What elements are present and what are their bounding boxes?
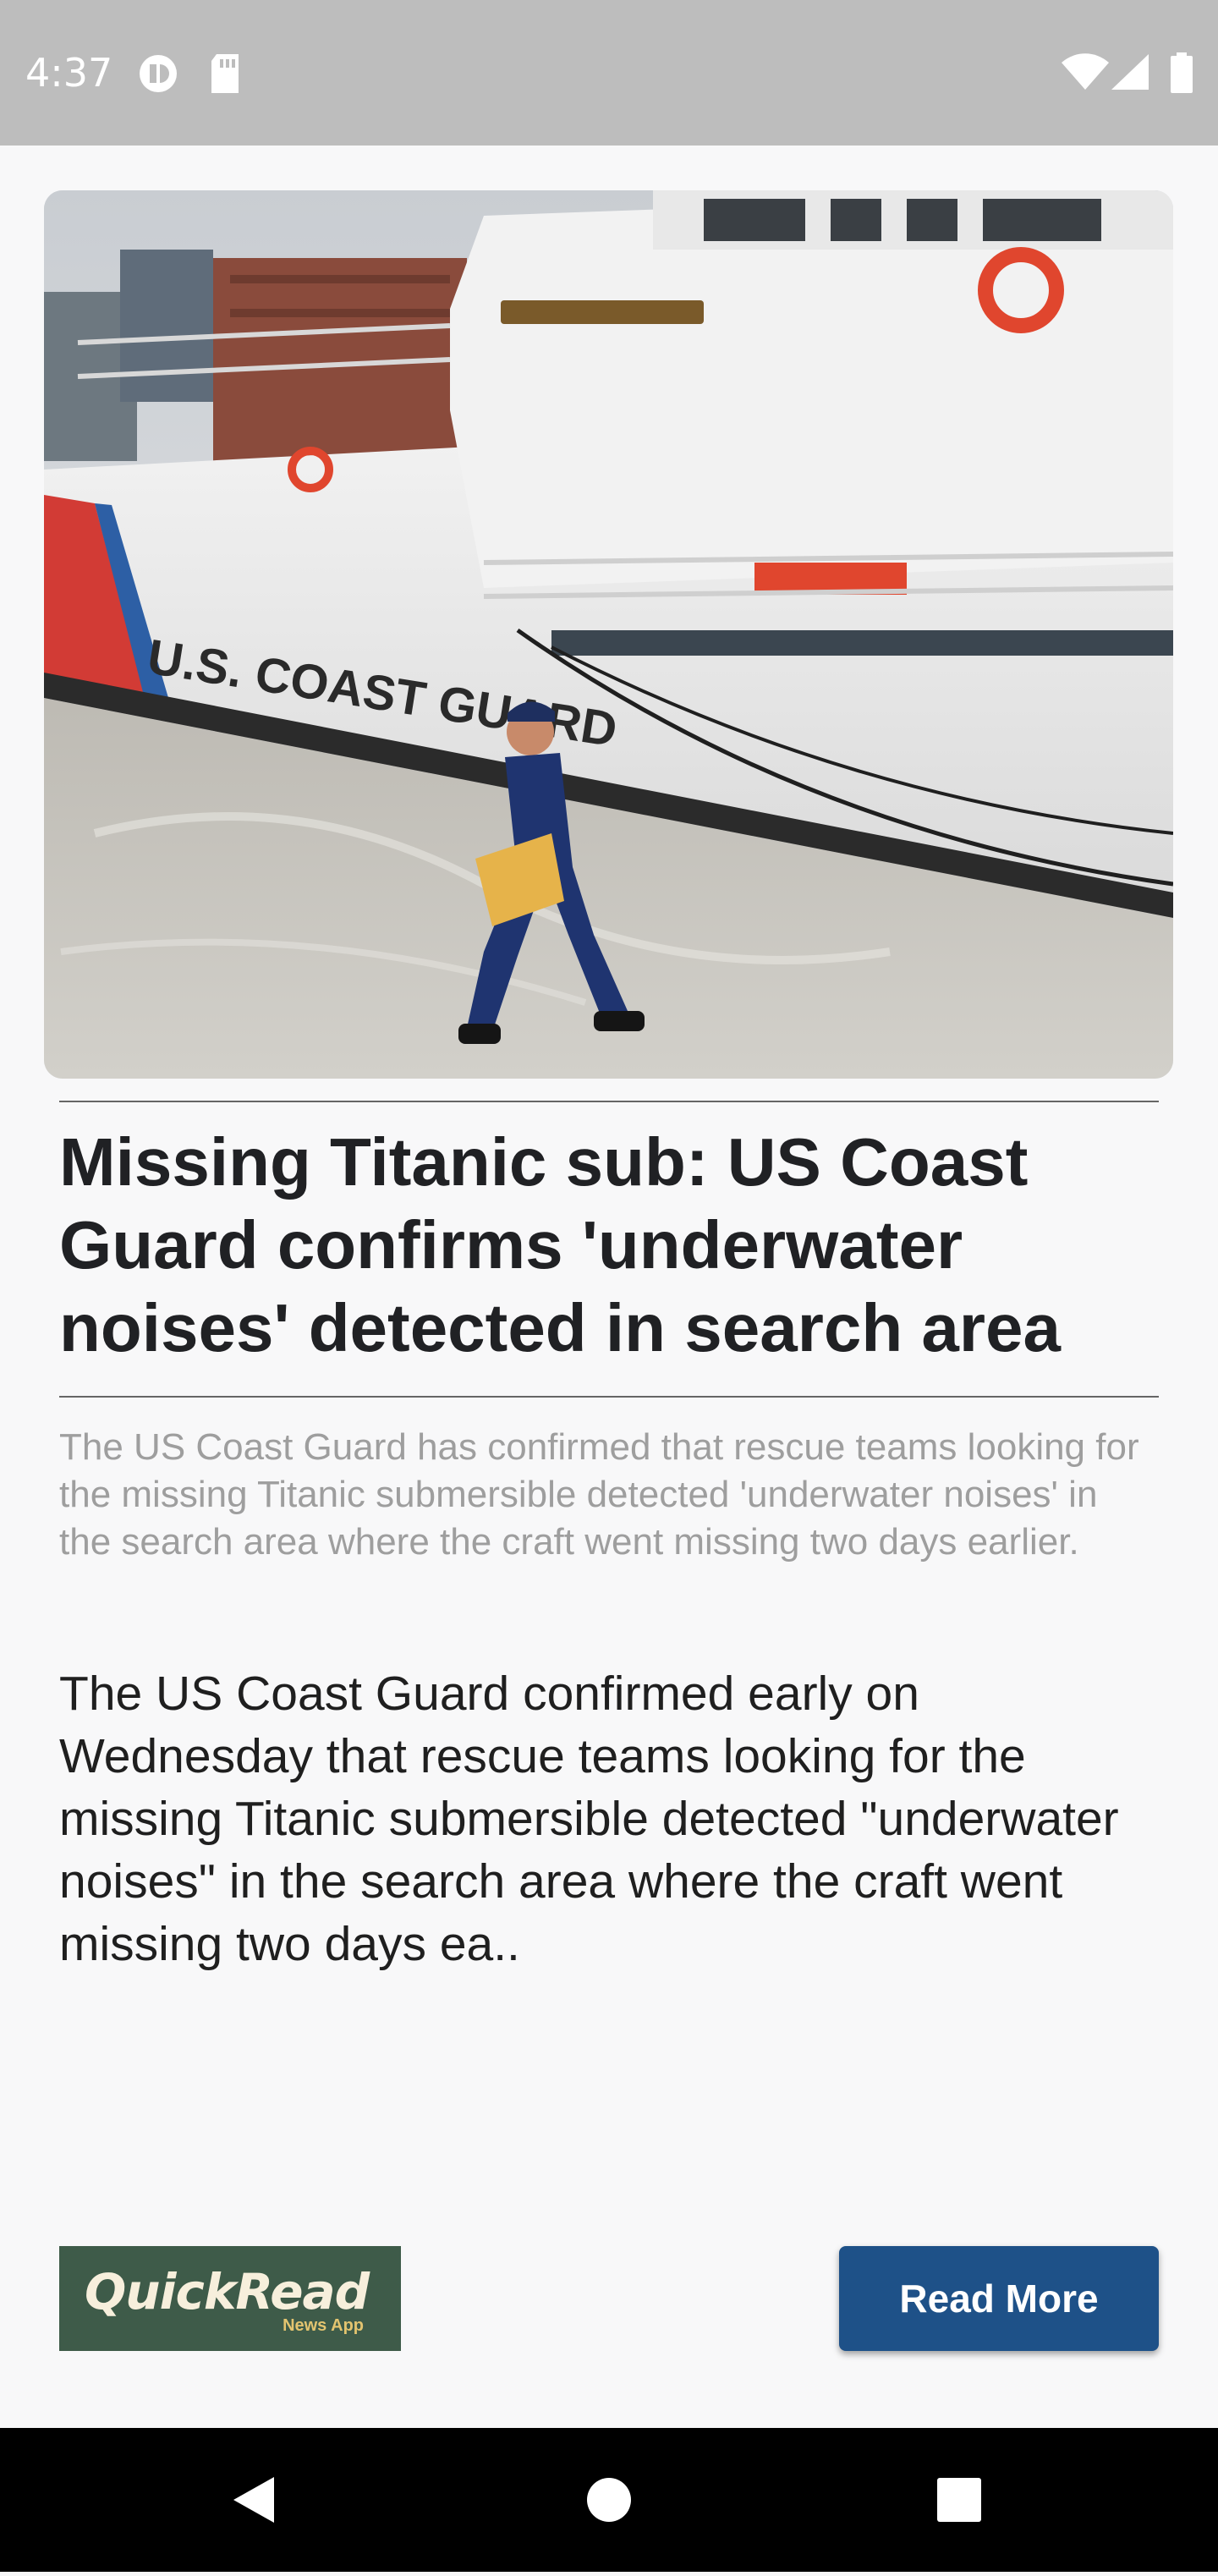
back-button[interactable] — [186, 2428, 321, 2572]
logo-subtext: News App — [283, 2316, 364, 2335]
recents-icon — [937, 2478, 981, 2522]
cellular-signal-icon — [1110, 52, 1150, 96]
article-image: U.S. COAST GUARD — [44, 190, 1173, 1079]
logo-text: QuickRead — [85, 2263, 370, 2321]
battery-icon — [1169, 52, 1194, 97]
recents-button[interactable] — [892, 2428, 1027, 2572]
home-icon — [587, 2478, 631, 2522]
article-headline: Missing Titanic sub: US Coast Guard conf… — [59, 1124, 1062, 1365]
article-body: The US Coast Guard confirmed early on We… — [59, 1667, 1119, 1971]
vpn-key-icon — [137, 52, 179, 99]
navigation-bar — [0, 2428, 1218, 2572]
back-icon — [233, 2477, 274, 2523]
sd-card-icon — [208, 52, 242, 99]
divider-top — [59, 1101, 1159, 1102]
read-more-button[interactable]: Read More — [839, 2246, 1159, 2351]
wifi-icon — [1061, 52, 1110, 96]
quickread-logo: QuickRead News App — [59, 2246, 401, 2351]
coast-guard-ship-photo: U.S. COAST GUARD — [44, 190, 1173, 1079]
divider-bottom — [59, 1396, 1159, 1398]
home-button[interactable] — [541, 2428, 677, 2572]
status-time: 4:37 — [25, 50, 113, 96]
status-bar: 4:37 — [0, 0, 1218, 146]
article-summary: The US Coast Guard has confirmed that re… — [59, 1426, 1139, 1563]
